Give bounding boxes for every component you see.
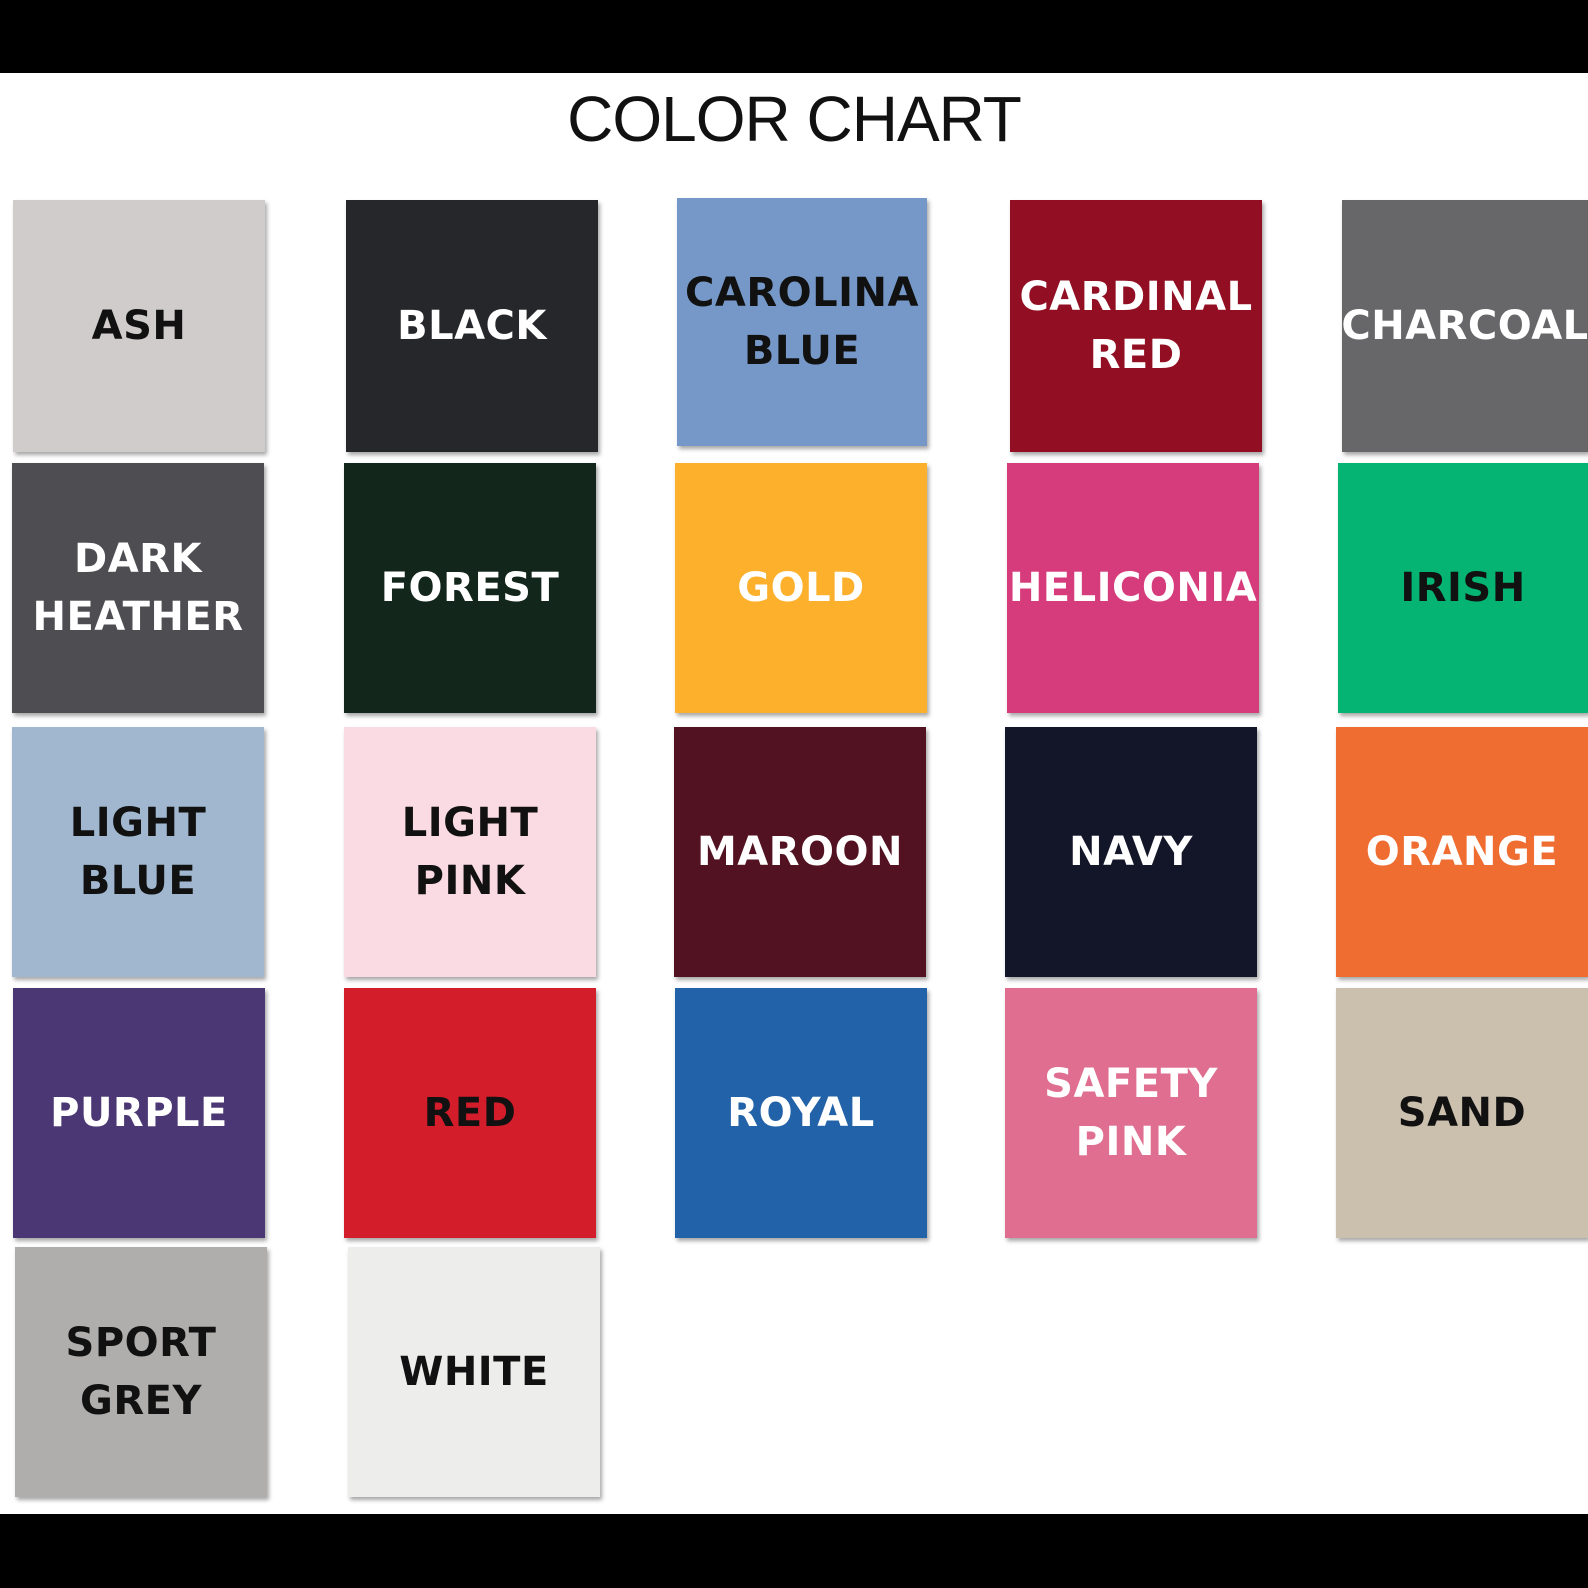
swatch-charcoal: CHARCOAL (1341, 200, 1588, 452)
swatch-dark-heather: DARK HEATHER (12, 463, 264, 713)
swatch-sport-grey: SPORT GREY (15, 1247, 267, 1497)
bottom-black-bar (0, 1514, 1588, 1588)
swatch-label: SPORT GREY (65, 1320, 217, 1424)
swatch-label: ASH (91, 303, 187, 349)
swatch-ash: ASH (13, 200, 265, 452)
swatch-label: CARDINAL RED (1019, 274, 1253, 378)
swatch-label: BLACK (397, 303, 547, 349)
swatch-label: CHARCOAL (1341, 303, 1588, 349)
swatch-label: DARK HEATHER (32, 536, 244, 640)
swatch-label: FOREST (380, 565, 560, 611)
swatch-purple: PURPLE (13, 988, 265, 1238)
swatch-light-pink: LIGHT PINK (344, 727, 596, 977)
swatch-label: CAROLINA BLUE (685, 270, 919, 374)
top-black-bar (0, 0, 1588, 73)
swatch-carolina-blue: CAROLINA BLUE (677, 198, 927, 446)
swatch-label: ORANGE (1365, 829, 1559, 875)
swatch-label: WHITE (399, 1349, 549, 1395)
swatch-label: GOLD (737, 565, 865, 611)
swatch-label: RED (423, 1090, 517, 1136)
swatch-white: WHITE (348, 1247, 600, 1497)
swatch-label: SAND (1397, 1090, 1527, 1136)
swatch-label: SAFETY PINK (1044, 1061, 1218, 1165)
swatch-safety-pink: SAFETY PINK (1005, 988, 1257, 1238)
swatch-cardinal-red: CARDINAL RED (1010, 200, 1262, 452)
swatch-label: PURPLE (50, 1090, 228, 1136)
swatch-label: MAROON (696, 829, 904, 875)
page-title: COLOR CHART (567, 83, 1022, 155)
swatch-maroon: MAROON (674, 727, 926, 977)
swatch-royal: ROYAL (675, 988, 927, 1238)
swatch-black: BLACK (346, 200, 598, 452)
swatch-red: RED (344, 988, 596, 1238)
swatch-forest: FOREST (344, 463, 596, 713)
swatch-label: HELICONIA (1008, 565, 1258, 611)
swatch-gold: GOLD (675, 463, 927, 713)
swatch-irish: IRISH (1338, 463, 1588, 713)
swatch-label: ROYAL (727, 1090, 875, 1136)
swatch-light-blue: LIGHT BLUE (12, 727, 264, 977)
swatch-label: LIGHT PINK (401, 800, 539, 904)
swatch-sand: SAND (1336, 988, 1588, 1238)
swatch-heliconia: HELICONIA (1007, 463, 1259, 713)
swatch-navy: NAVY (1005, 727, 1257, 977)
swatch-label: NAVY (1069, 829, 1193, 875)
swatch-label: LIGHT BLUE (69, 800, 207, 904)
swatch-orange: ORANGE (1336, 727, 1588, 977)
swatch-label: IRISH (1400, 565, 1526, 611)
